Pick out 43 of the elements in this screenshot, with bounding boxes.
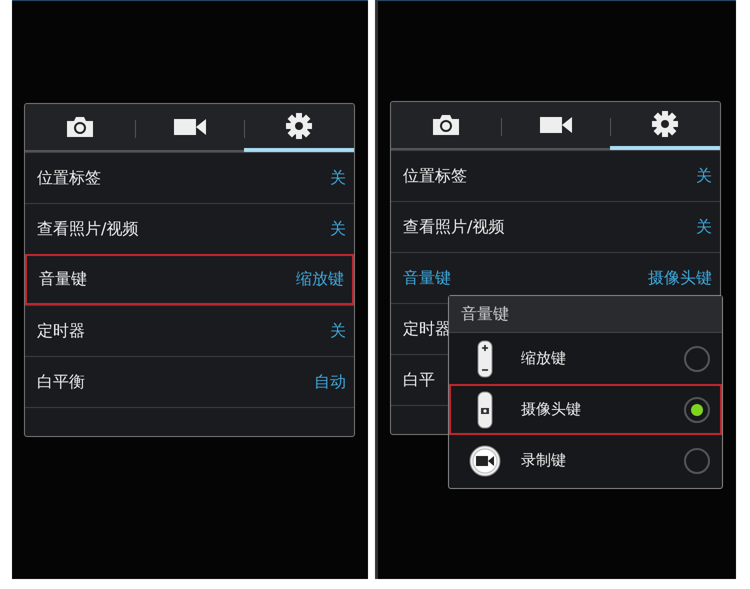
settings-row[interactable]: 查看照片/视频 关 <box>25 203 354 254</box>
setting-value: 关 <box>330 218 346 240</box>
setting-value: 关 <box>696 216 712 238</box>
radio-button[interactable] <box>684 396 710 422</box>
setting-value: 自动 <box>314 372 346 392</box>
setting-value: 摄像头键 <box>648 268 712 288</box>
setting-label: 白平衡 <box>37 372 85 392</box>
radio-button[interactable] <box>684 346 710 372</box>
setting-label: 白平 <box>403 370 435 390</box>
settings-row[interactable]: 位置标签 关 <box>25 152 354 203</box>
option-label: 摄像头键 <box>521 400 582 419</box>
radio-button[interactable] <box>684 448 710 474</box>
settings-icon <box>286 113 312 139</box>
setting-label: 音量键 <box>403 268 451 288</box>
setting-label: 查看照片/视频 <box>403 216 504 238</box>
settings-row[interactable]: 位置标签 关 <box>391 150 720 201</box>
settings-row[interactable]: 白平衡 自动 <box>25 356 354 407</box>
setting-label: 查看照片/视频 <box>37 218 138 240</box>
setting-label: 位置标签 <box>403 166 467 186</box>
setting-value: 关 <box>696 166 712 186</box>
video-camera-icon <box>469 444 501 476</box>
option-row[interactable]: 缩放键 <box>449 333 722 384</box>
zoom-key-icon <box>477 340 493 378</box>
setting-value: 关 <box>330 320 346 342</box>
setting-label: 音量键 <box>39 269 87 290</box>
camera-key-icon <box>477 390 493 428</box>
video-camera-icon <box>540 116 572 134</box>
settings-row[interactable]: 音量键 缩放键 <box>25 254 354 305</box>
option-label: 缩放键 <box>521 349 567 368</box>
setting-value: 缩放键 <box>296 269 344 290</box>
dialog-title: 音量键 <box>461 304 509 324</box>
camera-icon <box>66 116 94 138</box>
option-row[interactable]: 录制键 <box>449 435 722 486</box>
settings-row[interactable]: 定时器 关 <box>25 305 354 356</box>
camera-icon <box>432 114 460 136</box>
settings-row[interactable]: 查看照片/视频 关 <box>391 201 720 252</box>
settings-icon <box>652 111 678 137</box>
setting-label: 定时器 <box>37 320 85 342</box>
option-row[interactable]: 摄像头键 <box>449 384 722 435</box>
setting-label: 位置标签 <box>37 168 101 188</box>
setting-value: 关 <box>330 168 346 188</box>
video-camera-icon <box>174 118 206 136</box>
option-label: 录制键 <box>521 451 567 470</box>
